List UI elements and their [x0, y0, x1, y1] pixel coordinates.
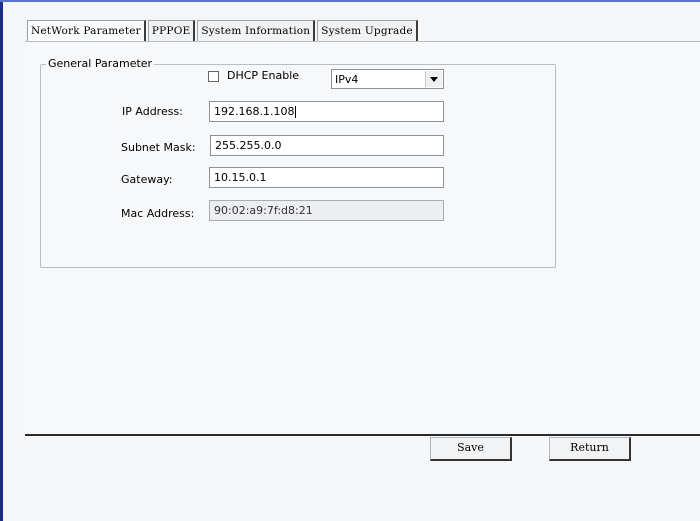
tab-system-information[interactable]: System Information — [197, 20, 316, 41]
mac-address-field: 90:02:a9:7f:d8:21 — [209, 200, 444, 221]
mac-address-label: Mac Address: — [121, 207, 195, 220]
save-button[interactable]: Save — [430, 437, 512, 461]
ip-version-select[interactable]: IPv4 — [331, 69, 444, 89]
subnet-mask-field[interactable]: 255.255.0.0 — [210, 135, 444, 156]
general-parameter-legend: General Parameter — [46, 57, 155, 71]
dhcp-enable-label: DHCP Enable — [227, 69, 300, 82]
window-top-edge — [0, 0, 700, 2]
chevron-down-icon — [425, 71, 442, 87]
dhcp-enable-checkbox[interactable] — [208, 71, 219, 82]
general-parameter-group — [40, 64, 556, 268]
tab-network-parameter[interactable]: NetWork Parameter — [27, 20, 146, 41]
gateway-label: Gateway: — [121, 173, 173, 186]
ip-version-value: IPv4 — [335, 73, 359, 86]
ip-address-field[interactable]: 192.168.1.108 — [209, 101, 444, 122]
tab-bar: NetWork Parameter PPPOE System Informati… — [27, 20, 420, 42]
gateway-field[interactable]: 10.15.0.1 — [209, 167, 444, 188]
window-left-edge — [0, 0, 3, 521]
subnet-mask-label: Subnet Mask: — [121, 141, 196, 154]
tab-pppoe[interactable]: PPPOE — [147, 20, 196, 41]
tab-system-upgrade[interactable]: System Upgrade — [317, 20, 418, 41]
ip-address-value: 192.168.1.108 — [214, 105, 295, 118]
text-caret — [295, 106, 297, 118]
ip-address-label: IP Address: — [122, 105, 183, 118]
return-button[interactable]: Return — [549, 437, 631, 461]
